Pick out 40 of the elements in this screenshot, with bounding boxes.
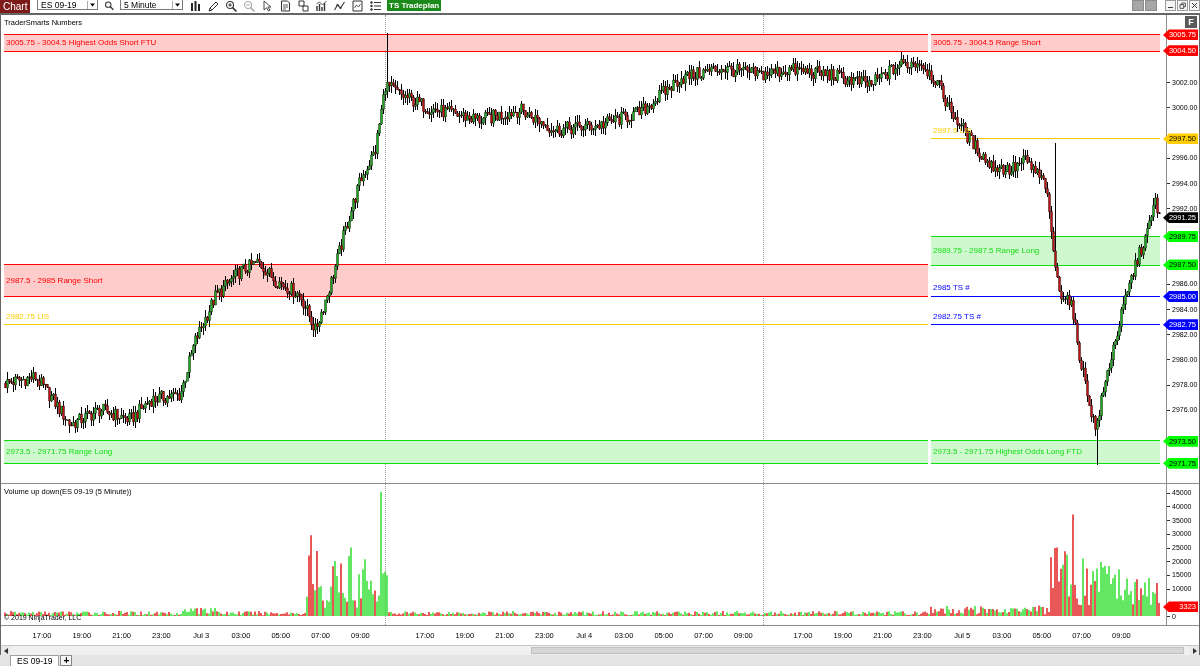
window-tile-button[interactable] bbox=[1145, 0, 1157, 11]
interval-dropdown[interactable]: 5 Minute bbox=[120, 0, 183, 10]
zone-label: 2989.75 - 2987.5 Range Long bbox=[933, 245, 1040, 256]
level-label: 2997.5 LIS bbox=[933, 125, 972, 136]
instrument-dropdown[interactable]: ES 09-19 bbox=[37, 0, 98, 10]
search-icon[interactable] bbox=[104, 0, 115, 11]
template-icon[interactable] bbox=[351, 0, 364, 12]
scroll-left-button[interactable] bbox=[1, 646, 10, 655]
close-icon[interactable] bbox=[1189, 0, 1200, 11]
zone-label: 3005.75 - 3004.5 Highest Odds Short FTU bbox=[6, 37, 157, 48]
scroll-right-button[interactable] bbox=[1190, 646, 1199, 655]
triangle-left-icon bbox=[3, 647, 8, 654]
bar-chart-icon[interactable] bbox=[189, 0, 202, 12]
zoom-in-icon[interactable] bbox=[225, 0, 238, 12]
zone-label: 2987.5 - 2985 Range Short bbox=[6, 275, 103, 286]
zone-label: 2973.5 - 2971.75 Highest Odds Long FTD bbox=[933, 447, 1082, 458]
list-icon[interactable] bbox=[369, 0, 382, 12]
tradeplan-button[interactable]: TS Tradeplan bbox=[387, 0, 442, 11]
scrollbar-thumb[interactable] bbox=[531, 647, 1184, 654]
strategy-icon[interactable] bbox=[333, 0, 346, 12]
level-label: 2982.75 TS # bbox=[933, 311, 981, 322]
pointer-icon[interactable] bbox=[261, 0, 274, 12]
triangle-right-icon bbox=[1192, 647, 1197, 654]
add-tab-button[interactable]: + bbox=[60, 655, 73, 666]
level-label: 2982.75 LIS bbox=[6, 311, 50, 322]
caret-down-icon bbox=[172, 0, 182, 9]
data-box-icon[interactable] bbox=[297, 0, 310, 12]
zone-label: 2973.5 - 2971.75 Range Long bbox=[6, 447, 113, 458]
minimize-icon[interactable] bbox=[1165, 0, 1176, 11]
restore-icon[interactable] bbox=[1177, 0, 1188, 11]
chart-menu-button[interactable]: Chart bbox=[0, 0, 30, 13]
document-icon[interactable] bbox=[279, 0, 292, 12]
caret-down-icon bbox=[87, 0, 97, 9]
chart-tab[interactable]: ES 09-19 bbox=[10, 655, 60, 666]
window-tile-button[interactable] bbox=[1132, 0, 1144, 11]
zone-label: 3005.75 - 3004.5 Range Short bbox=[933, 37, 1041, 48]
level-label: 2985 TS # bbox=[933, 283, 970, 294]
indicator-icon[interactable] bbox=[315, 0, 328, 12]
pencil-icon[interactable] bbox=[207, 0, 220, 12]
format-button[interactable]: F bbox=[1185, 16, 1197, 28]
